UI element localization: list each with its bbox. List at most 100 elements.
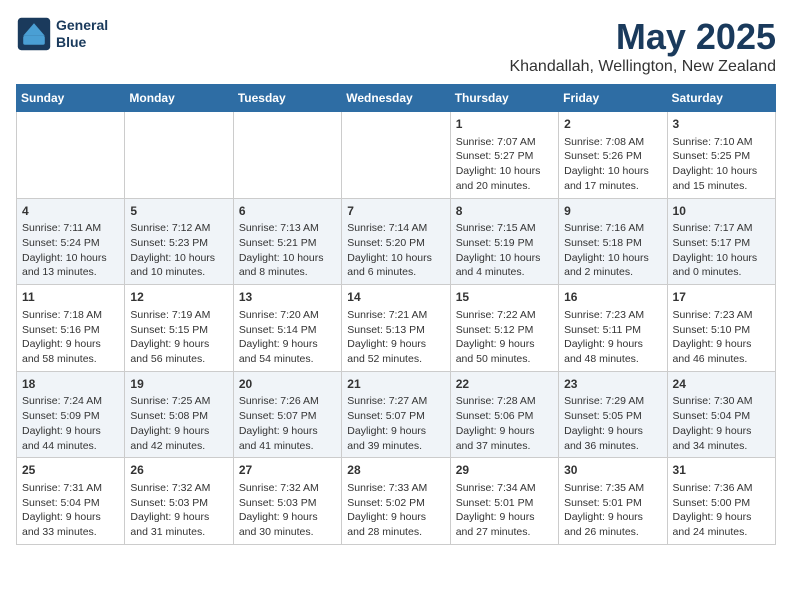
table-row: 22Sunrise: 7:28 AMSunset: 5:06 PMDayligh… — [450, 371, 558, 458]
table-row: 7Sunrise: 7:14 AMSunset: 5:20 PMDaylight… — [342, 198, 450, 285]
day-content: Daylight: 9 hours — [22, 424, 119, 439]
day-number: 20 — [239, 376, 336, 393]
day-content: and 26 minutes. — [564, 525, 661, 540]
day-content: Daylight: 10 hours — [564, 251, 661, 266]
day-number: 19 — [130, 376, 227, 393]
day-content: Daylight: 9 hours — [239, 337, 336, 352]
day-number: 13 — [239, 289, 336, 306]
day-content: Daylight: 10 hours — [456, 164, 553, 179]
day-content: Sunset: 5:04 PM — [22, 496, 119, 511]
day-content: Daylight: 9 hours — [347, 337, 444, 352]
day-content: Sunrise: 7:36 AM — [673, 481, 770, 496]
day-content: and 58 minutes. — [22, 352, 119, 367]
day-content: and 0 minutes. — [673, 265, 770, 280]
day-content: Daylight: 9 hours — [130, 510, 227, 525]
day-content: and 39 minutes. — [347, 439, 444, 454]
day-number: 31 — [673, 462, 770, 479]
day-number: 7 — [347, 203, 444, 220]
day-content: Daylight: 10 hours — [22, 251, 119, 266]
header-thursday: Thursday — [450, 85, 558, 112]
day-content: and 46 minutes. — [673, 352, 770, 367]
day-content: Sunrise: 7:15 AM — [456, 221, 553, 236]
day-content: and 28 minutes. — [347, 525, 444, 540]
day-content: Sunrise: 7:35 AM — [564, 481, 661, 496]
day-content: Sunrise: 7:28 AM — [456, 394, 553, 409]
table-row: 15Sunrise: 7:22 AMSunset: 5:12 PMDayligh… — [450, 285, 558, 372]
day-content: Sunset: 5:20 PM — [347, 236, 444, 251]
day-content: and 54 minutes. — [239, 352, 336, 367]
day-number: 4 — [22, 203, 119, 220]
day-content: Sunrise: 7:24 AM — [22, 394, 119, 409]
day-content: Sunset: 5:01 PM — [564, 496, 661, 511]
day-content: Sunset: 5:17 PM — [673, 236, 770, 251]
day-number: 12 — [130, 289, 227, 306]
day-content: Sunrise: 7:27 AM — [347, 394, 444, 409]
day-number: 26 — [130, 462, 227, 479]
day-content: Sunrise: 7:34 AM — [456, 481, 553, 496]
day-content: Daylight: 9 hours — [456, 510, 553, 525]
day-content: Sunset: 5:02 PM — [347, 496, 444, 511]
table-row: 3Sunrise: 7:10 AMSunset: 5:25 PMDaylight… — [667, 112, 775, 199]
day-content: Sunrise: 7:08 AM — [564, 135, 661, 150]
week-row-2: 11Sunrise: 7:18 AMSunset: 5:16 PMDayligh… — [17, 285, 776, 372]
table-row: 30Sunrise: 7:35 AMSunset: 5:01 PMDayligh… — [559, 458, 667, 545]
day-number: 14 — [347, 289, 444, 306]
day-number: 16 — [564, 289, 661, 306]
day-content: Sunset: 5:18 PM — [564, 236, 661, 251]
calendar-body: 1Sunrise: 7:07 AMSunset: 5:27 PMDaylight… — [17, 112, 776, 545]
day-content: Sunrise: 7:17 AM — [673, 221, 770, 236]
day-number: 25 — [22, 462, 119, 479]
calendar-table: Sunday Monday Tuesday Wednesday Thursday… — [16, 84, 776, 545]
header-wednesday: Wednesday — [342, 85, 450, 112]
table-row: 17Sunrise: 7:23 AMSunset: 5:10 PMDayligh… — [667, 285, 775, 372]
day-content: Sunrise: 7:10 AM — [673, 135, 770, 150]
day-number: 23 — [564, 376, 661, 393]
table-row — [342, 112, 450, 199]
day-content: Sunset: 5:24 PM — [22, 236, 119, 251]
day-content: Sunrise: 7:19 AM — [130, 308, 227, 323]
day-number: 17 — [673, 289, 770, 306]
day-content: Sunset: 5:13 PM — [347, 323, 444, 338]
day-content: Daylight: 9 hours — [130, 424, 227, 439]
day-content: Sunset: 5:07 PM — [347, 409, 444, 424]
day-number: 22 — [456, 376, 553, 393]
day-content: Daylight: 10 hours — [347, 251, 444, 266]
day-number: 6 — [239, 203, 336, 220]
day-content: Sunrise: 7:26 AM — [239, 394, 336, 409]
day-content: and 56 minutes. — [130, 352, 227, 367]
day-content: Sunset: 5:26 PM — [564, 149, 661, 164]
table-row: 12Sunrise: 7:19 AMSunset: 5:15 PMDayligh… — [125, 285, 233, 372]
day-content: Daylight: 9 hours — [564, 337, 661, 352]
day-content: Sunrise: 7:21 AM — [347, 308, 444, 323]
day-content: Sunrise: 7:13 AM — [239, 221, 336, 236]
table-row: 13Sunrise: 7:20 AMSunset: 5:14 PMDayligh… — [233, 285, 341, 372]
week-row-1: 4Sunrise: 7:11 AMSunset: 5:24 PMDaylight… — [17, 198, 776, 285]
day-content: and 4 minutes. — [456, 265, 553, 280]
day-content: Sunrise: 7:29 AM — [564, 394, 661, 409]
day-content: Daylight: 10 hours — [673, 251, 770, 266]
day-content: Daylight: 10 hours — [456, 251, 553, 266]
day-number: 27 — [239, 462, 336, 479]
day-content: Sunset: 5:03 PM — [239, 496, 336, 511]
header-sunday: Sunday — [17, 85, 125, 112]
table-row: 19Sunrise: 7:25 AMSunset: 5:08 PMDayligh… — [125, 371, 233, 458]
table-row: 18Sunrise: 7:24 AMSunset: 5:09 PMDayligh… — [17, 371, 125, 458]
day-content: Sunset: 5:12 PM — [456, 323, 553, 338]
logo-line2: Blue — [56, 34, 108, 51]
day-number: 15 — [456, 289, 553, 306]
day-content: Sunset: 5:25 PM — [673, 149, 770, 164]
day-content: Daylight: 9 hours — [22, 337, 119, 352]
day-content: Sunset: 5:19 PM — [456, 236, 553, 251]
logo: General Blue — [16, 16, 108, 52]
day-content: Daylight: 9 hours — [239, 424, 336, 439]
logo-line1: General — [56, 17, 108, 34]
header-saturday: Saturday — [667, 85, 775, 112]
day-content: Sunrise: 7:25 AM — [130, 394, 227, 409]
day-content: and 10 minutes. — [130, 265, 227, 280]
day-content: Sunrise: 7:33 AM — [347, 481, 444, 496]
header-friday: Friday — [559, 85, 667, 112]
day-content: and 15 minutes. — [673, 179, 770, 194]
day-content: Sunrise: 7:18 AM — [22, 308, 119, 323]
day-content: Sunset: 5:15 PM — [130, 323, 227, 338]
table-row — [17, 112, 125, 199]
